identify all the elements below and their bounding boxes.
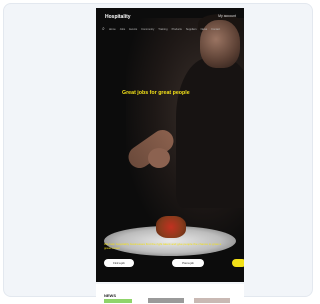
main-nav: ⌕ Home Jobs Events Community Training Pr… — [102, 27, 240, 32]
nav-item[interactable]: Training — [158, 28, 167, 31]
news-thumbnail[interactable] — [148, 298, 184, 303]
website-preview: Hospitality My account ⌕ Home Jobs Event… — [96, 8, 244, 282]
hero-photo — [96, 8, 244, 282]
hero-caption: We help hospitality businesses find the … — [104, 242, 222, 250]
hero-button-secondary[interactable]: Post a job — [172, 259, 204, 267]
news-section: NEWS — [96, 284, 244, 304]
hero-button-primary[interactable]: Find a job — [104, 259, 134, 267]
nav-item[interactable]: Jobs — [120, 28, 125, 31]
nav-item[interactable]: Suppliers — [186, 28, 197, 31]
hero-button-accent[interactable] — [232, 259, 244, 267]
nav-item[interactable]: Events — [129, 28, 137, 31]
nav-item[interactable]: Home — [109, 28, 116, 31]
news-tag[interactable] — [104, 299, 132, 303]
search-icon[interactable]: ⌕ — [102, 27, 105, 32]
nav-item[interactable]: Community — [141, 28, 154, 31]
account-link[interactable]: My account — [218, 14, 236, 18]
nav-item[interactable]: Contact — [211, 28, 220, 31]
section-title: NEWS — [104, 293, 116, 298]
preview-card: Hospitality My account ⌕ Home Jobs Event… — [3, 3, 313, 304]
nav-item[interactable]: News — [201, 28, 208, 31]
nav-item[interactable]: Products — [172, 28, 182, 31]
hero-headline: Great jobs for great people — [122, 90, 190, 96]
site-logo[interactable]: Hospitality — [105, 14, 131, 20]
news-thumbnail[interactable] — [194, 298, 230, 303]
